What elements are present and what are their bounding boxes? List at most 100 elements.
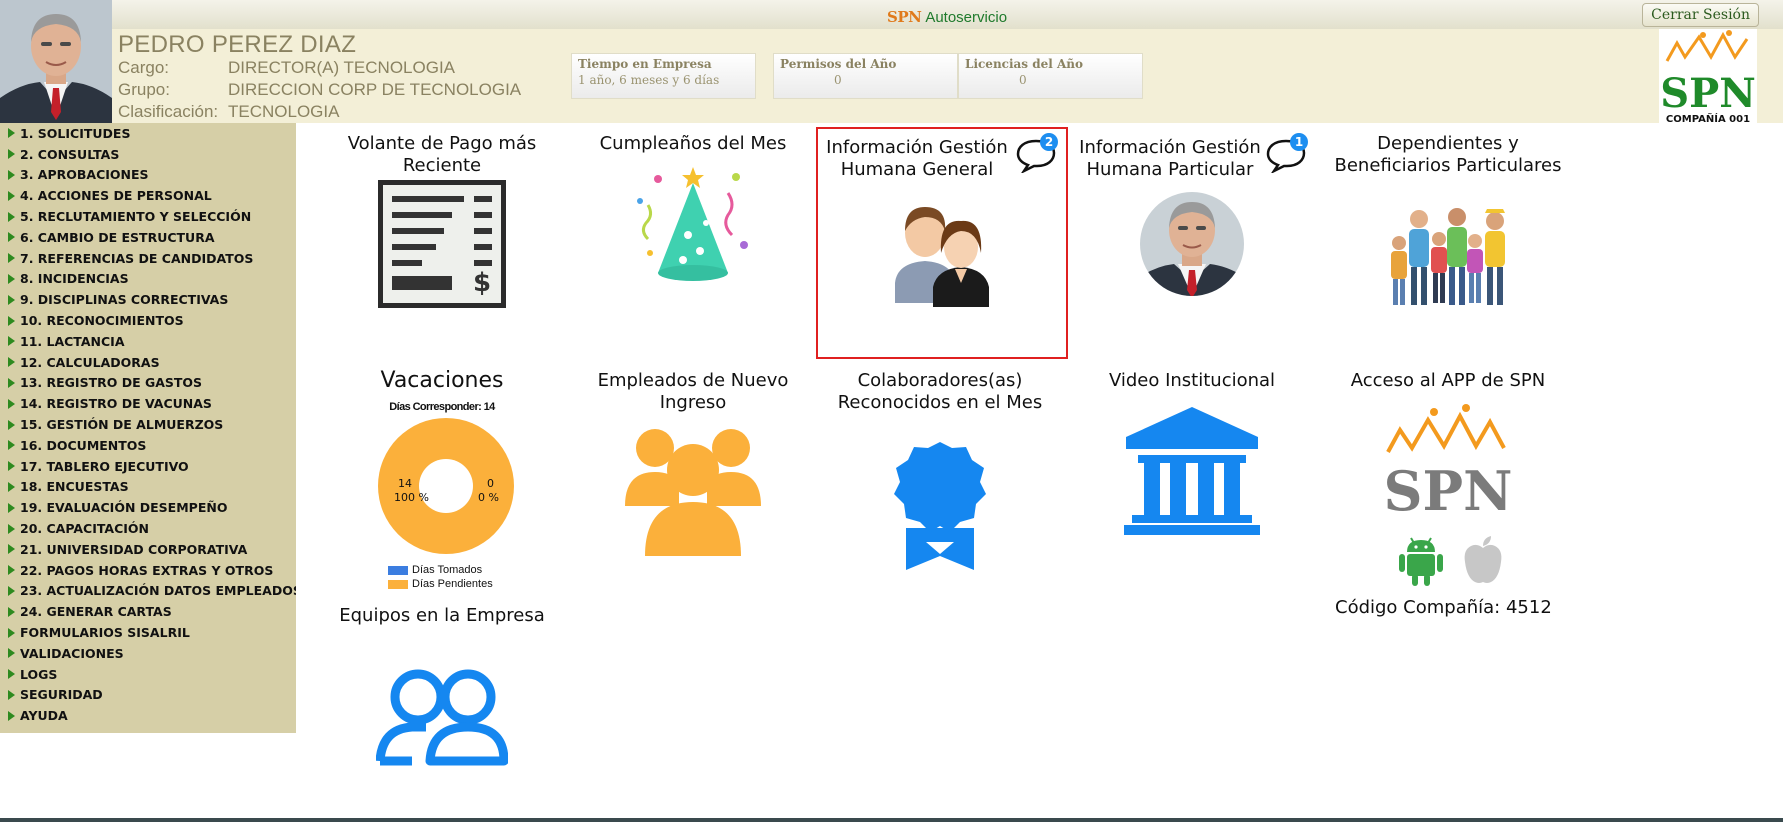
sidebar-item-label: 17. TABLERO EJECUTIVO [20,458,189,474]
sidebar-item[interactable]: 24. GENERAR CARTAS [0,601,296,622]
sidebar-item-label: 7. REFERENCIAS DE CANDIDATOS [20,250,254,266]
sidebar-item[interactable]: 19. EVALUACIÓN DESEMPEÑO [0,497,296,518]
expand-arrow-icon [8,377,15,388]
sidebar-item[interactable]: 1. SOLICITUDES [0,123,296,144]
sidebar-item[interactable]: 2. CONSULTAS [0,144,296,165]
sidebar-item-label: 12. CALCULADORAS [20,354,160,370]
tile-title: Dependientes y Beneficiarios Particulare… [1334,133,1562,176]
sidebar-item-label: 8. INCIDENCIAS [20,271,129,287]
tile-vacations[interactable]: Vacaciones Días Corresponder: 14 14 100 … [330,370,554,592]
sidebar-item[interactable]: 8. INCIDENCIAS [0,269,296,290]
expand-arrow-icon [8,710,15,721]
sidebar-item[interactable]: 17. TABLERO EJECUTIVO [0,456,296,477]
sidebar-item[interactable]: 18. ENCUESTAS [0,477,296,498]
sidebar-item-label: 1. SOLICITUDES [20,125,131,141]
info-cargo: Cargo: DIRECTOR(A) TECNOLOGIA [118,58,455,78]
sidebar-item[interactable]: 16. DOCUMENTOS [0,435,296,456]
sidebar-item[interactable]: LOGS [0,664,296,685]
sidebar-item[interactable]: 14. REGISTRO DE VACUNAS [0,393,296,414]
bottom-border [0,818,1783,822]
legend-label: Días Pendientes [412,578,493,590]
employee-name: PEDRO PEREZ DIAZ [118,31,357,58]
tile-title: Información Gestión Humana General [826,137,1008,180]
tile-payslip[interactable]: Volante de Pago más Reciente $ [330,133,554,318]
people-couple-icon [818,191,1066,311]
sidebar-item[interactable]: 10. RECONOCIMIENTOS [0,310,296,331]
company-caption: COMPAÑÍA 001 [1666,112,1750,123]
company-logo: SPN COMPAÑÍA 001 [1659,29,1757,123]
sidebar-item[interactable]: 3. APROBACIONES [0,165,296,186]
sidebar-menu: 1. SOLICITUDES 2. CONSULTAS 3. APROBACIONE… [0,123,296,733]
legend-label: Días Tomados [412,564,483,576]
sidebar-item[interactable]: 6. CAMBIO DE ESTRUCTURA [0,227,296,248]
cargo-value: DIRECTOR(A) TECNOLOGIA [228,58,456,77]
spn-app-logo: SPN [1325,398,1571,518]
tile-info-particular[interactable]: Información Gestión Humana Particular 1 [1070,133,1314,318]
app-store-icons [1397,534,1507,586]
tile-title: Equipos en la Empresa [339,605,545,626]
sidebar-item-label: VALIDACIONES [20,645,124,661]
chart-caption: Días Corresponder: 14 [389,401,495,413]
clasificacion-label: Clasificación: [118,102,219,121]
sidebar-item[interactable]: 9. DISCIPLINAS CORRECTIVAS [0,289,296,310]
tile-title: Información Gestión Humana Particular [1079,137,1261,180]
sidebar-item-label: FORMULARIOS SISALRIL [20,625,190,641]
sidebar-item[interactable]: 7. REFERENCIAS DE CANDIDATOS [0,248,296,269]
expand-arrow-icon [8,190,15,201]
sidebar-item[interactable]: FORMULARIOS SISALRIL [0,622,296,643]
sidebar-item[interactable]: 23. ACTUALIZACIÓN DATOS EMPLEADOS [0,581,296,602]
android-icon[interactable] [1397,534,1445,586]
expand-arrow-icon [8,294,15,305]
left-count-label: 14 [398,477,412,490]
tile-title: Cumpleaños del Mes [599,133,787,154]
sidebar-item[interactable]: 5. RECLUTAMIENTO Y SELECCIÓN [0,206,296,227]
grupo-label: Grupo: [118,80,170,99]
tile-recognized[interactable]: Colaboradores(as) Reconocidos en el Mes [818,370,1062,580]
sidebar-item[interactable]: VALIDACIONES [0,643,296,664]
logout-button[interactable]: Cerrar Sesión [1642,3,1759,27]
expand-arrow-icon [8,315,15,326]
stat-title: Tiempo en Empresa [578,57,712,71]
chat-notification[interactable]: 1 [1266,133,1310,177]
sidebar-item[interactable]: 20. CAPACITACIÓN [0,518,296,539]
expand-arrow-icon [8,461,15,472]
sidebar-item[interactable]: 21. UNIVERSIDAD CORPORATIVA [0,539,296,560]
sidebar-item[interactable]: 12. CALCULADORAS [0,352,296,373]
sidebar-item[interactable]: AYUDA [0,705,296,726]
tile-app[interactable]: Acceso al APP de SPN SPN [1325,370,1571,590]
apple-icon[interactable] [1459,534,1507,586]
sidebar-item[interactable]: 4. ACCIONES DE PERSONAL [0,185,296,206]
tile-video[interactable]: Video Institucional [1070,370,1314,550]
expand-arrow-icon [8,128,15,139]
tile-info-general[interactable]: Información Gestión Humana General 2 [816,127,1068,359]
sidebar-item-label: 18. ENCUESTAS [20,479,129,495]
expand-arrow-icon [8,502,15,513]
left-pct-label: 100 % [394,491,429,504]
notification-badge: 1 [1290,133,1308,151]
tile-teams[interactable]: Equipos en la Empresa [330,605,554,775]
stat-tiempo-empresa: Tiempo en Empresa 1 año, 6 meses y 6 día… [571,53,756,99]
tile-title: Video Institucional [1108,370,1276,391]
sidebar-item-label: 24. GENERAR CARTAS [20,604,172,620]
chat-notification[interactable]: 2 [1016,133,1060,177]
sidebar-item-label: 23. ACTUALIZACIÓN DATOS EMPLEADOS [20,583,296,599]
group-icon [580,426,806,556]
expand-arrow-icon [8,585,15,596]
sidebar-item-label: 3. APROBACIONES [20,167,149,183]
sidebar-item-label: 16. DOCUMENTOS [20,437,147,453]
stat-value: 1 año, 6 meses y 6 días [578,73,720,87]
sidebar-item[interactable]: 13. REGISTRO DE GASTOS [0,373,296,394]
family-icon [1325,199,1571,311]
team-users-icon [330,669,554,769]
sidebar-item-label: LOGS [20,666,58,682]
expand-arrow-icon [8,398,15,409]
tile-birthdays[interactable]: Cumpleaños del Mes [580,133,806,318]
sidebar-item-label: 6. CAMBIO DE ESTRUCTURA [20,229,215,245]
tile-new-hires[interactable]: Empleados de Nuevo Ingreso [580,370,806,570]
sidebar-item[interactable]: 15. GESTIÓN DE ALMUERZOS [0,414,296,435]
sidebar-item[interactable]: 22. PAGOS HORAS EXTRAS Y OTROS [0,560,296,581]
sidebar-item[interactable]: 11. LACTANCIA [0,331,296,352]
stat-title: Licencias del Año [965,57,1084,71]
tile-dependents[interactable]: Dependientes y Beneficiarios Particulare… [1325,133,1571,318]
sidebar-item[interactable]: SEGURIDAD [0,685,296,706]
